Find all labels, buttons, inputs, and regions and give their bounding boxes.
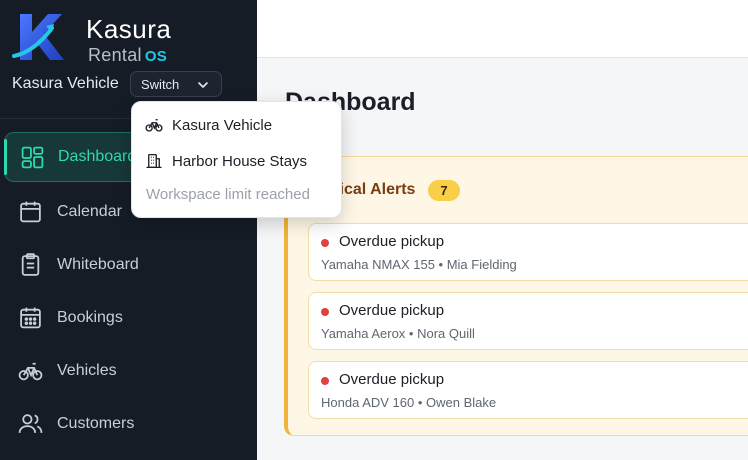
dashboard-icon (21, 146, 44, 169)
bicycle-icon (18, 362, 43, 381)
brand-logo[interactable]: Kasura Rental OS (12, 10, 182, 66)
sidebar-item-bookings[interactable]: Bookings (0, 291, 257, 344)
sidebar-item-vehicles[interactable]: Vehicles (0, 344, 257, 397)
workspace-dropdown: Kasura Vehicle Harbor House Stays Worksp… (131, 101, 342, 218)
workspace-row: Kasura Vehicle Switch (12, 71, 222, 97)
sidebar-item-whiteboard[interactable]: Whiteboard (0, 238, 257, 291)
calendar-icon (20, 201, 41, 223)
sidebar-item-label: Whiteboard (57, 255, 139, 273)
sidebar-item-label: Bookings (57, 308, 123, 326)
alert-dot-icon (321, 239, 329, 247)
alert-item[interactable]: Overdue pickup Yamaha NMAX 155 • Mia Fie… (308, 223, 748, 281)
sidebar-item-label: Vehicles (57, 361, 117, 379)
alert-detail: Honda ADV 160 • Owen Blake (321, 395, 497, 410)
alerts-count-badge: 7 (428, 180, 460, 201)
workspace-switch-button[interactable]: Switch (130, 71, 222, 97)
building-icon (146, 153, 162, 169)
alert-detail: Yamaha NMAX 155 • Mia Fielding (321, 257, 517, 272)
sidebar-item-label: Customers (57, 414, 135, 432)
chevron-down-icon (198, 82, 208, 88)
alert-title: Overdue pickup (339, 302, 445, 319)
clipboard-icon (21, 253, 40, 276)
sidebar: Kasura Rental OS Kasura Vehicle Switch Da… (0, 0, 257, 460)
alert-item[interactable]: Overdue pickup Honda ADV 160 • Owen Blak… (308, 361, 748, 419)
top-bar (257, 0, 748, 58)
bookings-calendar-icon (20, 307, 41, 329)
sidebar-item-label: Calendar (57, 202, 122, 220)
workspace-limit-note: Workspace limit reached (146, 186, 310, 203)
kasura-logo-icon (12, 14, 64, 60)
brand-subtitle: Rental OS (88, 46, 167, 64)
workspace-option-label: Harbor House Stays (172, 152, 308, 170)
alert-dot-icon (321, 377, 329, 385)
critical-alerts-panel: Critical Alerts 7 Overdue pickup Yamaha … (284, 156, 748, 436)
bicycle-icon (145, 119, 163, 132)
alert-item[interactable]: Overdue pickup Yamaha Aerox • Nora Quill (308, 292, 748, 350)
alert-dot-icon (321, 308, 329, 316)
sidebar-item-customers[interactable]: Customers (0, 397, 257, 450)
brand-sub-word: Rental (88, 45, 142, 65)
workspace-option-label: Kasura Vehicle (172, 116, 273, 134)
alert-title: Overdue pickup (339, 233, 445, 250)
users-icon (18, 414, 43, 433)
workspace-option-harbor-house[interactable]: Harbor House Stays (132, 146, 341, 176)
workspace-option-kasura-vehicle[interactable]: Kasura Vehicle (132, 110, 341, 140)
brand-sub-badge: OS (144, 48, 168, 65)
alert-title: Overdue pickup (339, 371, 445, 388)
switch-label: Switch (141, 76, 180, 92)
brand-title: Kasura (86, 14, 172, 44)
alert-detail: Yamaha Aerox • Nora Quill (321, 326, 475, 341)
workspace-name: Kasura Vehicle (12, 75, 119, 92)
sidebar-item-label: Dashboard (58, 148, 137, 165)
